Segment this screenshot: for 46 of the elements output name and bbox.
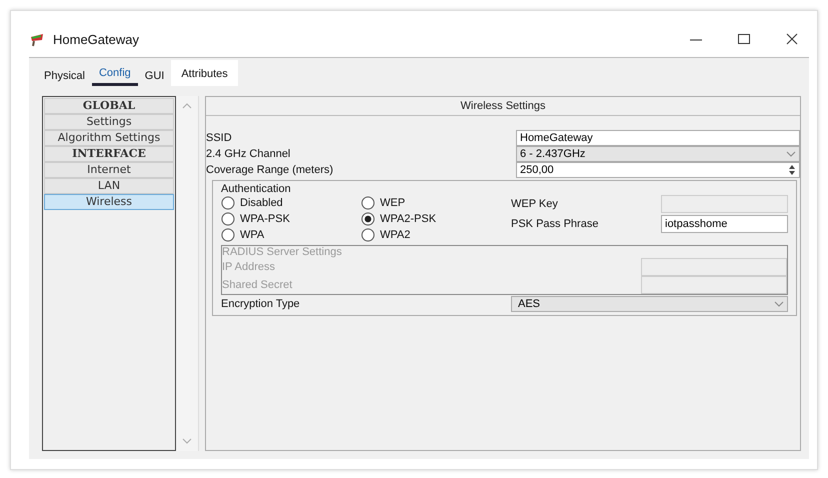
spinner-icon[interactable] (788, 164, 796, 176)
caret-icon (774, 301, 784, 307)
radio-button[interactable]: WPA2 (361, 227, 501, 243)
close-icon[interactable] (785, 32, 799, 46)
dropdown[interactable]: 6 - 2.437GHz (516, 146, 800, 162)
radio-button[interactable]: WPA2-PSK (361, 211, 501, 227)
field-label: WEP Key (511, 198, 559, 210)
tab[interactable]: Attributes (171, 60, 238, 86)
field-label: IP Address (222, 261, 275, 273)
radio-icon[interactable] (221, 196, 235, 210)
radio-icon[interactable] (361, 212, 375, 226)
group-title: RADIUS Server Settings (222, 246, 343, 258)
text-field[interactable]: HomeGateway (516, 130, 800, 146)
maximize-icon[interactable] (737, 32, 751, 46)
group-title: Authentication (221, 183, 292, 195)
tab[interactable]: Config (92, 63, 138, 86)
panel-title: Wireless Settings (206, 97, 800, 116)
sidebar-item[interactable]: Internet (44, 162, 174, 178)
radio-icon[interactable] (221, 228, 235, 242)
field-label: 2.4 GHz Channel (206, 148, 292, 160)
field-label: PSK Pass Phrase (511, 218, 600, 230)
sidebar-heading[interactable]: INTERFACE (44, 146, 174, 162)
router-icon (29, 31, 45, 47)
caret-icon (786, 151, 796, 157)
window-title: HomeGateway (53, 32, 139, 46)
sidebar-item[interactable]: Wireless (44, 194, 174, 210)
field-label: Encryption Type (221, 298, 301, 310)
input-field[interactable]: iotpasshome (661, 215, 788, 233)
dropdown[interactable]: AES (511, 296, 788, 312)
radio-button[interactable]: WEP (361, 195, 501, 211)
sidebar-item[interactable]: LAN (44, 178, 174, 194)
spin-field[interactable]: 250,00 (516, 162, 800, 178)
field-label: SSID (206, 132, 233, 144)
radio-button[interactable]: Disabled (221, 195, 361, 211)
sidebar-item[interactable]: Settings (44, 114, 174, 130)
tab[interactable]: Physical (37, 66, 92, 86)
sidebar-heading[interactable]: GLOBAL (44, 98, 174, 114)
tab[interactable]: GUI (138, 66, 172, 86)
radio-icon[interactable] (221, 212, 235, 226)
radio-icon[interactable] (361, 196, 375, 210)
radio-button[interactable]: WPA (221, 227, 361, 243)
field-label: Coverage Range (meters) (206, 164, 334, 176)
sidebar-item[interactable]: Algorithm Settings (44, 130, 174, 146)
radio-icon[interactable] (361, 228, 375, 242)
field-label: Shared Secret (222, 279, 292, 291)
radio-button[interactable]: WPA-PSK (221, 211, 361, 227)
